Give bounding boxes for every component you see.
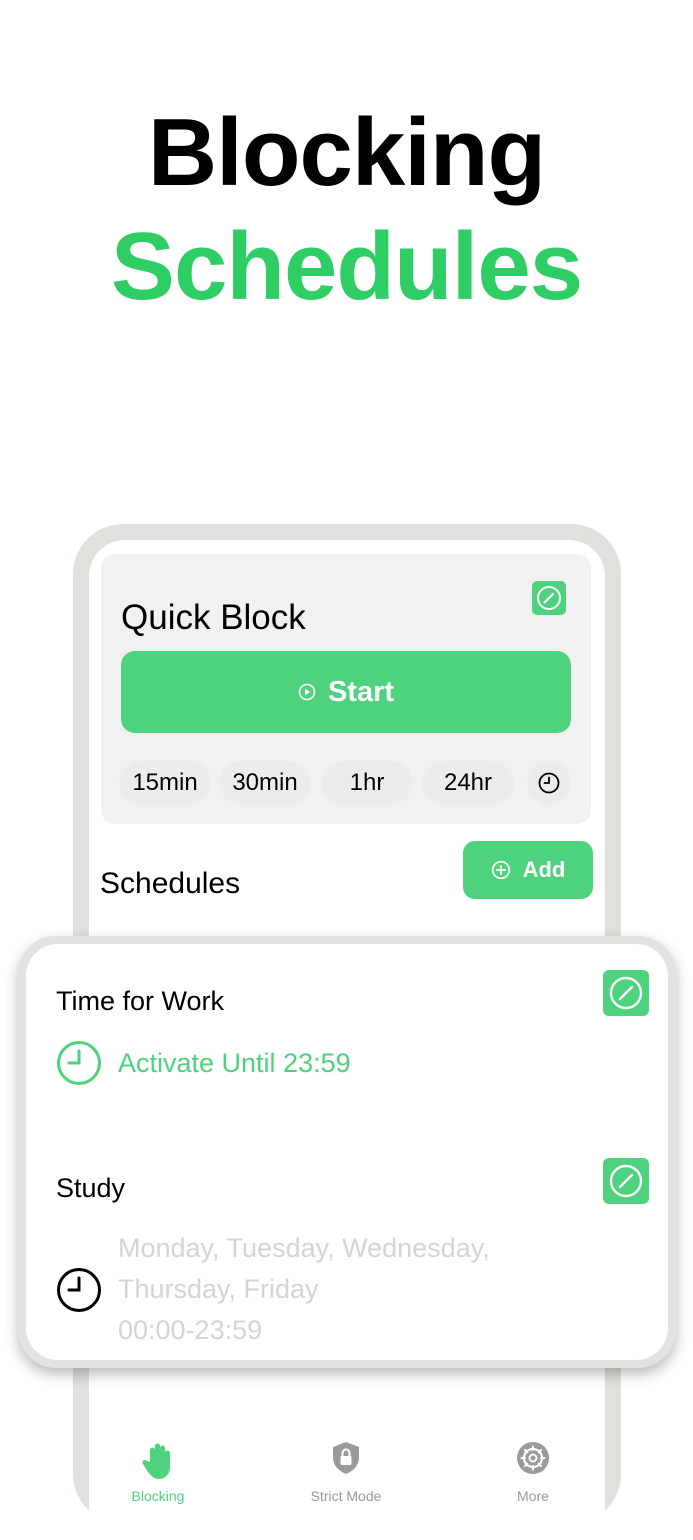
tab-label: Strict Mode [310,1488,382,1504]
duration-label: 30min [232,769,298,796]
schedule-name: Time for Work [56,986,225,1016]
duration-label: 24hr [443,769,493,796]
custom-duration-button[interactable] [527,761,571,805]
schedule-name: Study [56,1173,126,1203]
play-circle-icon [298,683,316,701]
plus-circle-icon [491,860,510,880]
quick-block-edit-button[interactable] [532,581,566,615]
duration-label: 1hr [349,769,385,796]
schedule-list: Time for Work Activate Until 23:59 Study [26,944,668,1360]
edit-icon [537,586,561,610]
gear-icon [517,1442,549,1474]
tab-strict-mode[interactable]: Strict Mode [281,1440,411,1504]
schedule-days: Monday, Tuesday, Wednesday, Thursday, Fr… [118,1228,490,1351]
edit-icon [609,976,643,1010]
duration-24hr[interactable]: 24hr [422,761,514,805]
start-button-label: Start [327,675,395,708]
schedule-status: Activate Until 23:59 [118,1047,351,1078]
hero-title-line1: Blocking [147,99,546,206]
duration-15min[interactable]: 15min [119,761,211,805]
schedule-days-line2: Thursday, Friday [118,1274,319,1304]
clock-icon [57,1041,101,1085]
clock-icon [538,772,560,794]
schedule-edit-button[interactable] [603,970,649,1016]
duration-30min[interactable]: 30min [219,761,311,805]
schedule-edit-button[interactable] [603,1158,649,1204]
add-button-label: Add [522,857,566,882]
schedule-status-row: Activate Until 23:59 [56,1040,351,1086]
tab-label: Blocking [131,1488,185,1504]
schedule-days-line1: Monday, Tuesday, Wednesday, [118,1233,490,1263]
tab-blocking[interactable]: Blocking [93,1440,223,1504]
schedule-list-card: Time for Work Activate Until 23:59 Study [18,936,676,1368]
start-button[interactable]: Start [121,651,571,733]
tab-label: More [517,1488,549,1504]
clock-icon [57,1267,101,1312]
duration-1hr[interactable]: 1hr [321,761,413,805]
duration-label: 15min [132,769,198,796]
bottom-tab-bar: Blocking Strict Mode More [73,1440,621,1504]
quick-block-card: Quick Block Start 15min 30min 1hr 24hr [101,554,591,824]
duration-options: 15min 30min 1hr 24hr [119,761,577,805]
schedule-time-range: 00:00-23:59 [118,1315,263,1345]
hero-title-line2: Schedules [110,213,583,320]
shield-lock-icon [333,1442,359,1474]
schedules-heading: Schedules [100,867,241,900]
edit-icon [609,1164,643,1198]
tab-more[interactable]: More [468,1440,598,1504]
add-schedule-button[interactable]: Add [463,841,593,899]
schedule-days-row: Monday, Tuesday, Wednesday, Thursday, Fr… [56,1228,490,1351]
hand-icon [142,1443,170,1479]
quick-block-title: Quick Block [121,598,306,637]
